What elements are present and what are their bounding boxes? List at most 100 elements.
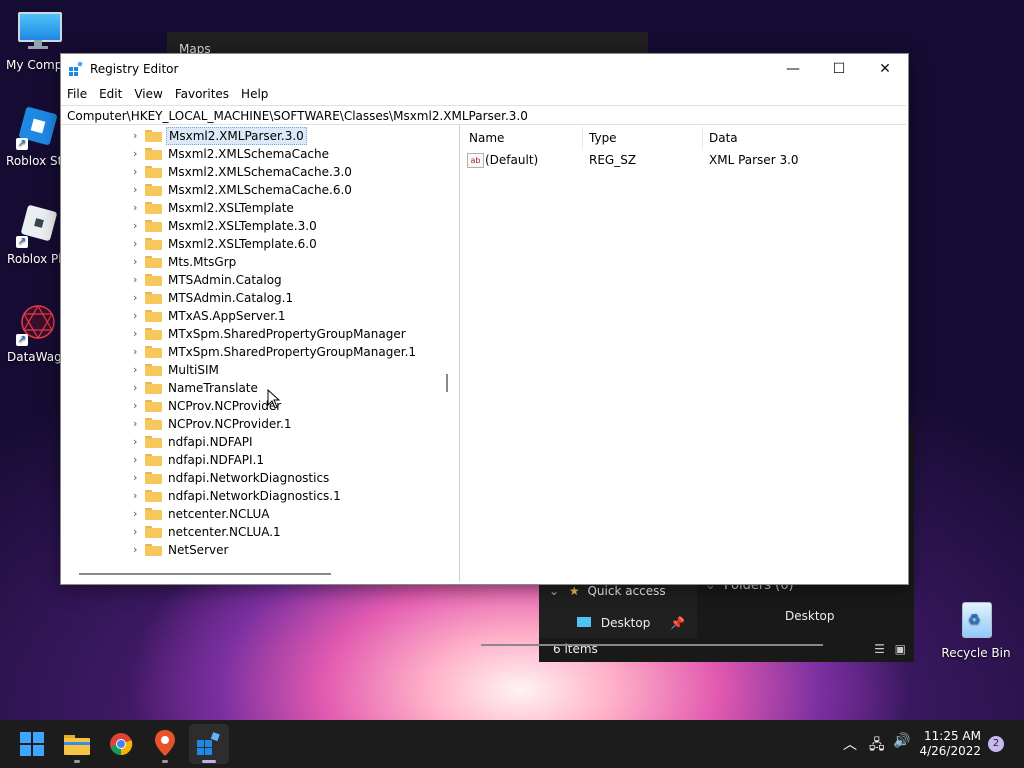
tree-key[interactable]: › NetServer [61,541,441,559]
chevron-right-icon[interactable]: › [133,490,141,502]
tree-key[interactable]: › Msxml2.XMLSchemaCache [61,145,441,163]
chevron-right-icon[interactable]: › [133,130,141,142]
tree-key[interactable]: › NCProv.NCProvider [61,397,441,415]
chevron-right-icon[interactable]: › [133,508,141,520]
chevron-right-icon[interactable]: › [133,454,141,466]
chevron-right-icon[interactable]: › [133,328,141,340]
tree-key[interactable]: › MTxAS.AppServer.1 [61,307,441,325]
tree-vertical-scrollbar[interactable] [446,374,448,392]
chevron-right-icon[interactable]: › [133,418,141,430]
tree-key-label: Msxml2.XMLSchemaCache.3.0 [168,165,352,179]
tree-key-label: NetServer [168,543,229,557]
registry-value-row[interactable]: ab (Default) REG_SZ XML Parser 3.0 [461,152,906,170]
tree-key[interactable]: › MTxSpm.SharedPropertyGroupManager [61,325,441,343]
column-separator[interactable] [582,127,583,149]
tree-key[interactable]: › NCProv.NCProvider.1 [61,415,441,433]
close-button[interactable]: ✕ [862,54,908,84]
chevron-right-icon[interactable]: › [133,220,141,232]
tree-key-label: Msxml2.XSLTemplate [168,201,294,215]
tree-key[interactable]: › Mts.MtsGrp [61,253,441,271]
tree-key[interactable]: › Msxml2.XSLTemplate.6.0 [61,235,441,253]
registry-key-tree[interactable]: › Msxml2.XMLParser.3.0 › Msxml2.XMLSchemaCa… [61,125,457,582]
menu-view[interactable]: View [128,84,168,104]
folder-icon [145,130,162,142]
tiles-view-icon[interactable]: ▣ [895,642,906,656]
notification-badge[interactable]: 2 [988,736,1004,752]
chevron-right-icon[interactable]: › [133,346,141,358]
chevron-right-icon[interactable]: › [133,364,141,376]
column-header-type[interactable]: Type [589,131,617,145]
chevron-right-icon[interactable]: › [133,256,141,268]
taskbar-registry-editor[interactable] [189,724,229,764]
tree-key[interactable]: › netcenter.NCLUA.1 [61,523,441,541]
running-indicator [74,760,80,763]
menu-file[interactable]: File [61,84,93,104]
tree-key[interactable]: › NameTranslate [61,379,441,397]
details-view-icon[interactable]: ☰ [874,642,885,656]
network-icon[interactable]: 🖧 [869,734,885,758]
start-button[interactable] [12,724,52,764]
tree-key[interactable]: › MultiSIM [61,361,441,379]
system-clock[interactable]: 11:25 AM 4/26/2022 [919,729,981,759]
title-bar[interactable]: Registry Editor — ☐ ✕ [61,54,908,84]
chevron-right-icon[interactable]: › [133,544,141,556]
quick-access-item[interactable]: ⌄ ★ Quick access [549,584,666,598]
values-horizontal-scrollbar[interactable] [481,644,823,646]
taskbar-chrome[interactable] [101,724,141,764]
chevron-right-icon[interactable]: › [133,238,141,250]
chevron-right-icon[interactable]: › [133,382,141,394]
folder-icon [145,544,162,556]
tree-key[interactable]: › MTxSpm.SharedPropertyGroupManager.1 [61,343,441,361]
chevron-right-icon[interactable]: › [133,274,141,286]
menu-favorites[interactable]: Favorites [169,84,235,104]
tree-key[interactable]: › Msxml2.XSLTemplate [61,199,441,217]
running-indicator [162,760,168,763]
taskbar-file-explorer[interactable] [57,724,97,764]
chevron-right-icon[interactable]: › [133,148,141,160]
address-bar[interactable]: Computer\HKEY_LOCAL_MACHINE\SOFTWARE\Cla… [61,105,906,125]
values-pane[interactable]: Name Type Data ab (Default) REG_SZ XML P… [461,125,906,646]
taskbar-maps[interactable] [145,724,185,764]
maximize-button[interactable]: ☐ [816,54,862,84]
registry-editor-window[interactable]: Registry Editor — ☐ ✕ File Edit View Favori… [60,53,909,646]
folder-icon [145,238,162,250]
tree-key[interactable]: › ndfapi.NDFAPI.1 [61,451,441,469]
column-header-name[interactable]: Name [469,131,504,145]
tree-horizontal-scrollbar[interactable] [79,573,331,575]
chevron-right-icon[interactable]: › [133,166,141,178]
chevron-down-icon: ⌄ [549,584,560,598]
tree-key[interactable]: › Msxml2.XMLSchemaCache.6.0 [61,181,441,199]
chevron-right-icon[interactable]: › [133,400,141,412]
tree-key[interactable]: › MTSAdmin.Catalog.1 [61,289,441,307]
datawagon-icon: ↗ [16,302,60,346]
tree-key[interactable]: › ndfapi.NetworkDiagnostics.1 [61,487,441,505]
chevron-right-icon[interactable]: › [133,526,141,538]
tree-key[interactable]: › MTSAdmin.Catalog [61,271,441,289]
view-toggle-buttons[interactable]: ☰ ▣ [874,642,906,656]
folder-tile-label: Desktop [785,609,835,623]
chevron-right-icon[interactable]: › [133,310,141,322]
folder-tile-desktop[interactable]: Desktop [785,609,835,623]
chevron-right-icon[interactable]: › [133,292,141,304]
column-separator[interactable] [702,127,703,149]
volume-icon[interactable]: 🔊 [893,733,910,749]
show-hidden-icons-button[interactable]: ︿ [843,734,857,754]
chevron-right-icon[interactable]: › [133,436,141,448]
pane-splitter[interactable] [459,125,460,582]
chevron-right-icon[interactable]: › [133,184,141,196]
tree-key[interactable]: › Msxml2.XMLParser.3.0 [61,127,441,145]
tree-key[interactable]: › Msxml2.XSLTemplate.3.0 [61,217,441,235]
tree-key[interactable]: › Msxml2.XMLSchemaCache.3.0 [61,163,441,181]
folder-icon [145,418,162,430]
column-header-data[interactable]: Data [709,131,738,145]
tree-key[interactable]: › ndfapi.NDFAPI [61,433,441,451]
tree-key[interactable]: › netcenter.NCLUA [61,505,441,523]
menu-help[interactable]: Help [235,84,274,104]
tree-key[interactable]: › ndfapi.NetworkDiagnostics [61,469,441,487]
chevron-right-icon[interactable]: › [133,472,141,484]
minimize-button[interactable]: — [770,54,816,84]
desktop-icon-recycle-bin[interactable]: ♻ Recycle Bin [936,598,1016,660]
chevron-right-icon[interactable]: › [133,202,141,214]
menu-edit[interactable]: Edit [93,84,128,104]
nav-item-desktop[interactable]: Desktop 📌 [577,616,685,630]
